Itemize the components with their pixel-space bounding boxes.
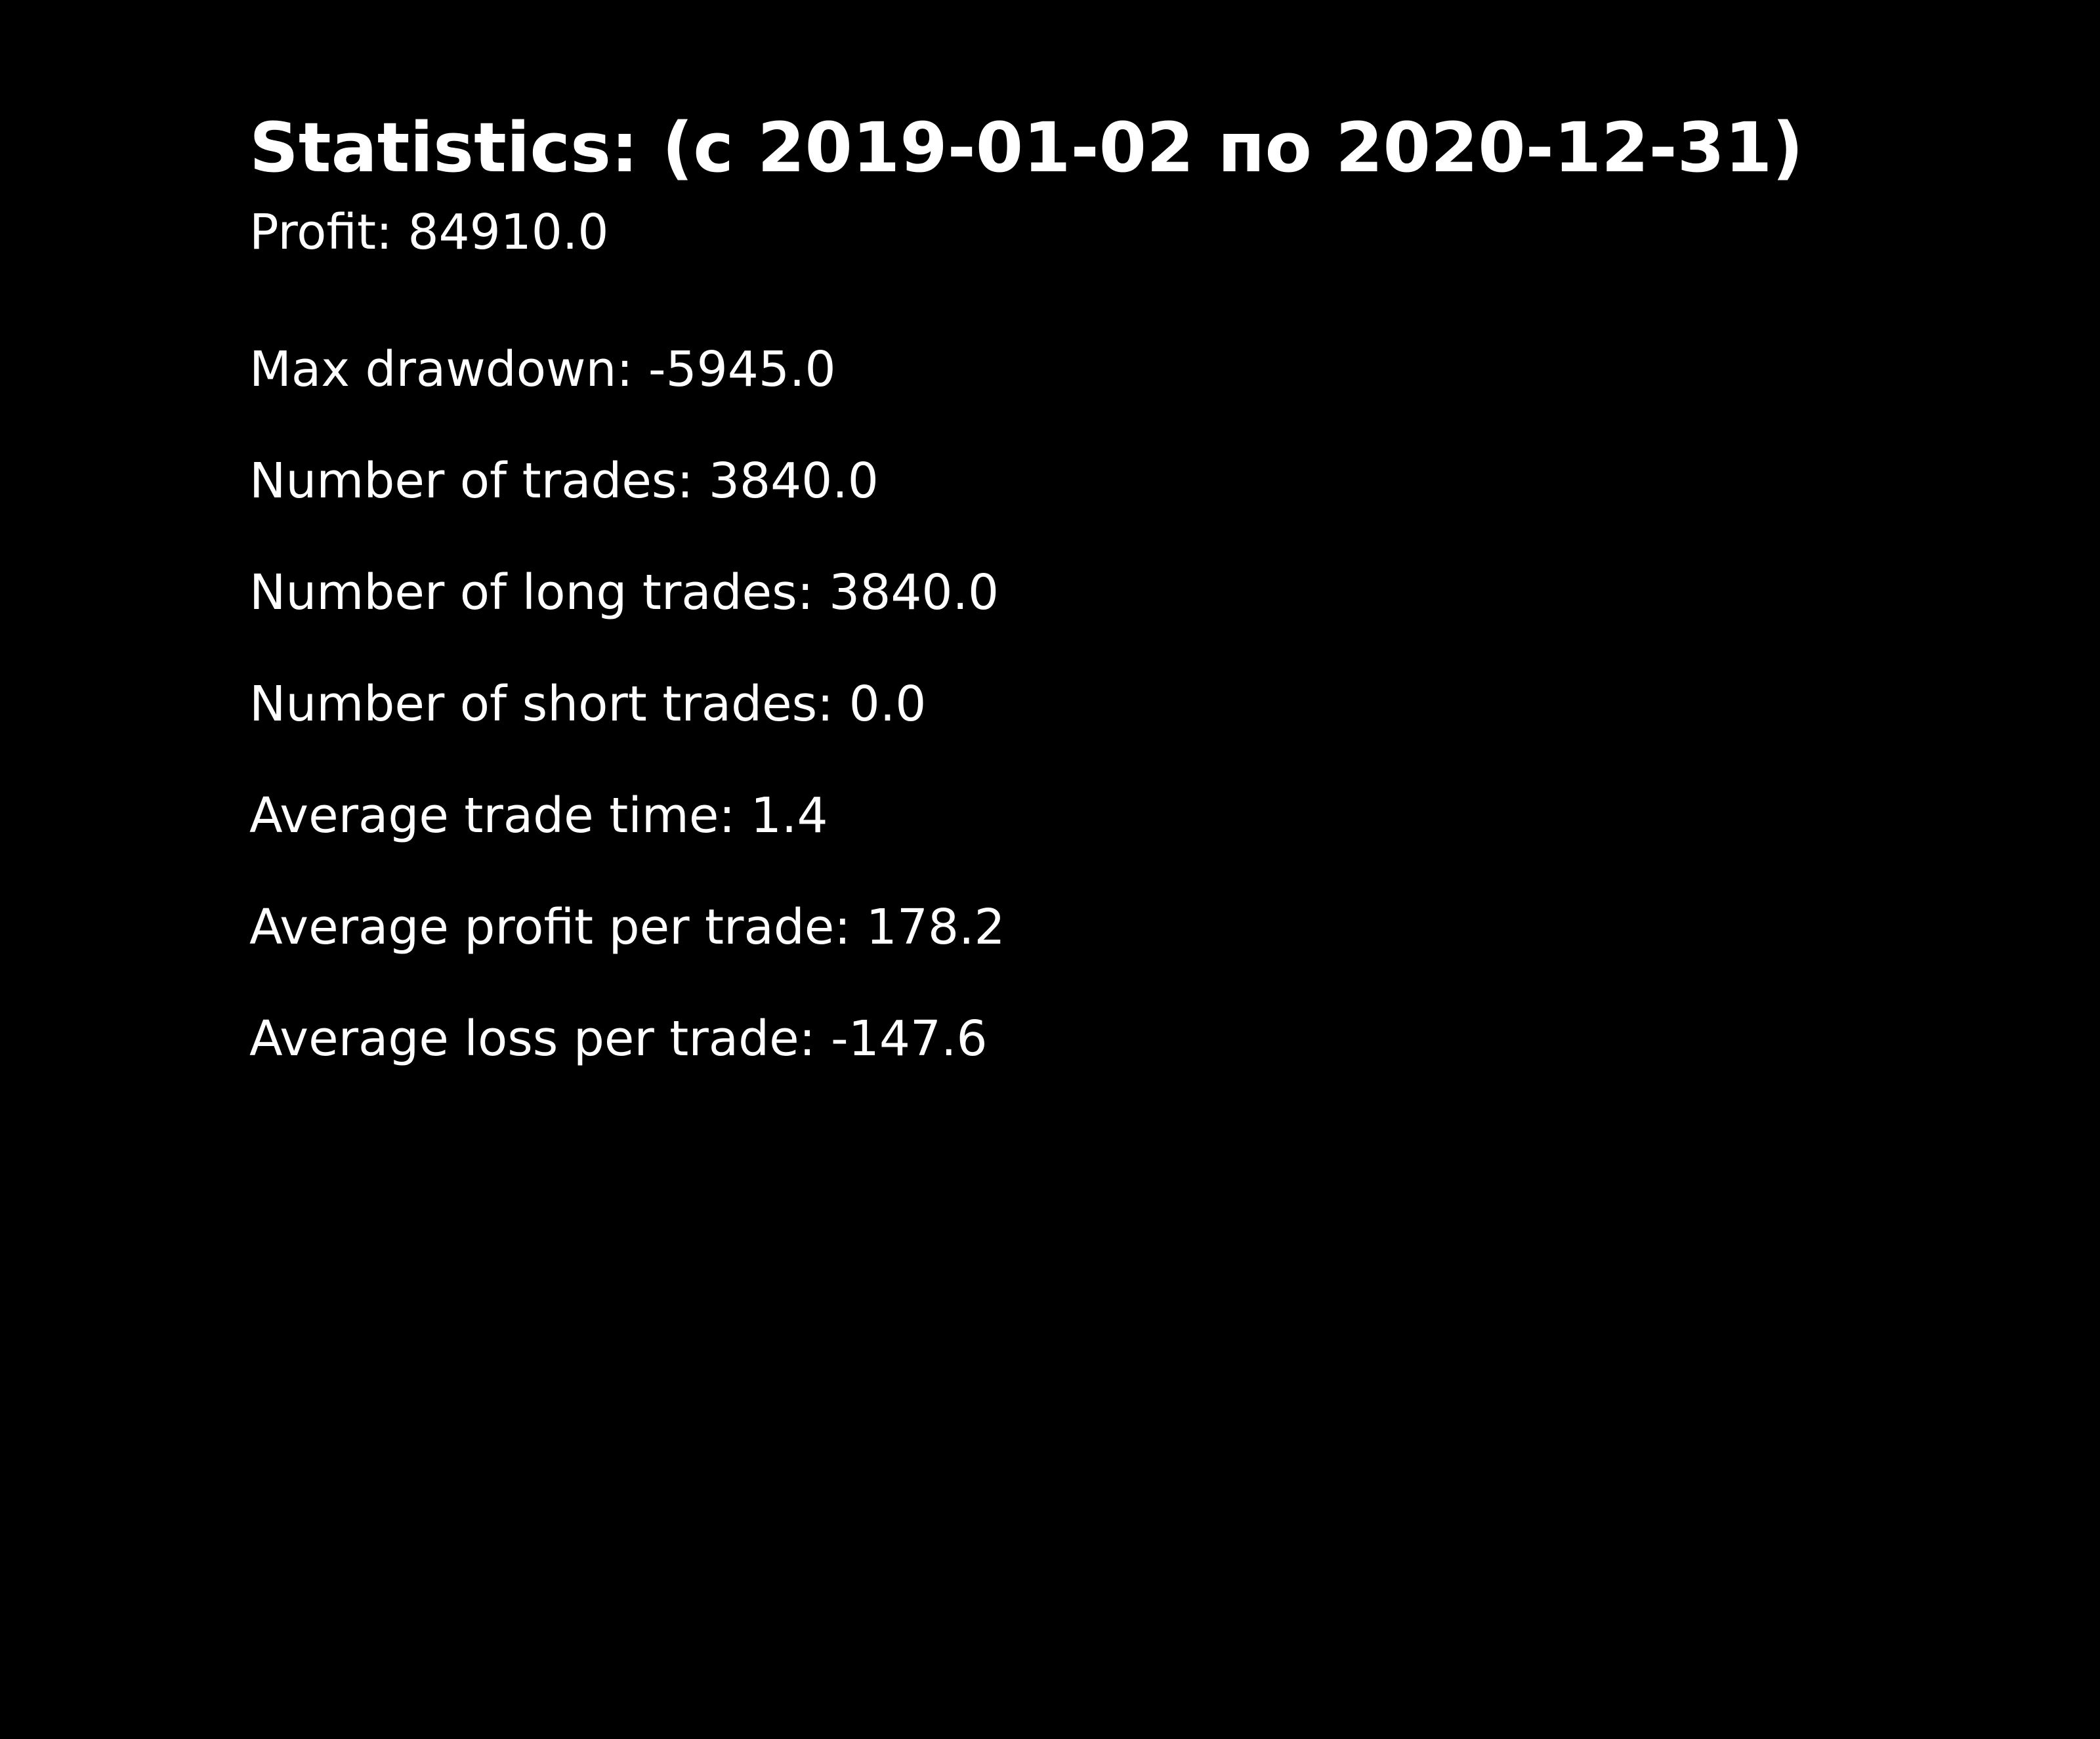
stat-max-drawdown: Max drawdown: -5945.0 <box>249 341 836 398</box>
stat-average-loss-per-trade: Average loss per trade: -147.6 <box>249 1011 988 1067</box>
stat-number-of-short-trades: Number of short trades: 0.0 <box>249 676 927 732</box>
stat-number-of-trades: Number of trades: 3840.0 <box>249 453 879 509</box>
stat-number-of-long-trades: Number of long trades: 3840.0 <box>249 564 999 621</box>
statistics-title: Statistics: (с 2019-01-02 по 2020-12-31) <box>249 108 1803 188</box>
statistics-list: Profit: 84910.0 Max drawdown: -5945.0 Nu… <box>249 202 1890 1095</box>
stat-average-profit-per-trade: Average profit per trade: 178.2 <box>249 899 1005 955</box>
statistics-panel: Statistics: (с 2019-01-02 по 2020-12-31)… <box>249 98 1890 1095</box>
stat-profit: Profit: 84910.0 <box>249 204 609 261</box>
stat-average-trade-time: Average trade time: 1.4 <box>249 787 828 844</box>
